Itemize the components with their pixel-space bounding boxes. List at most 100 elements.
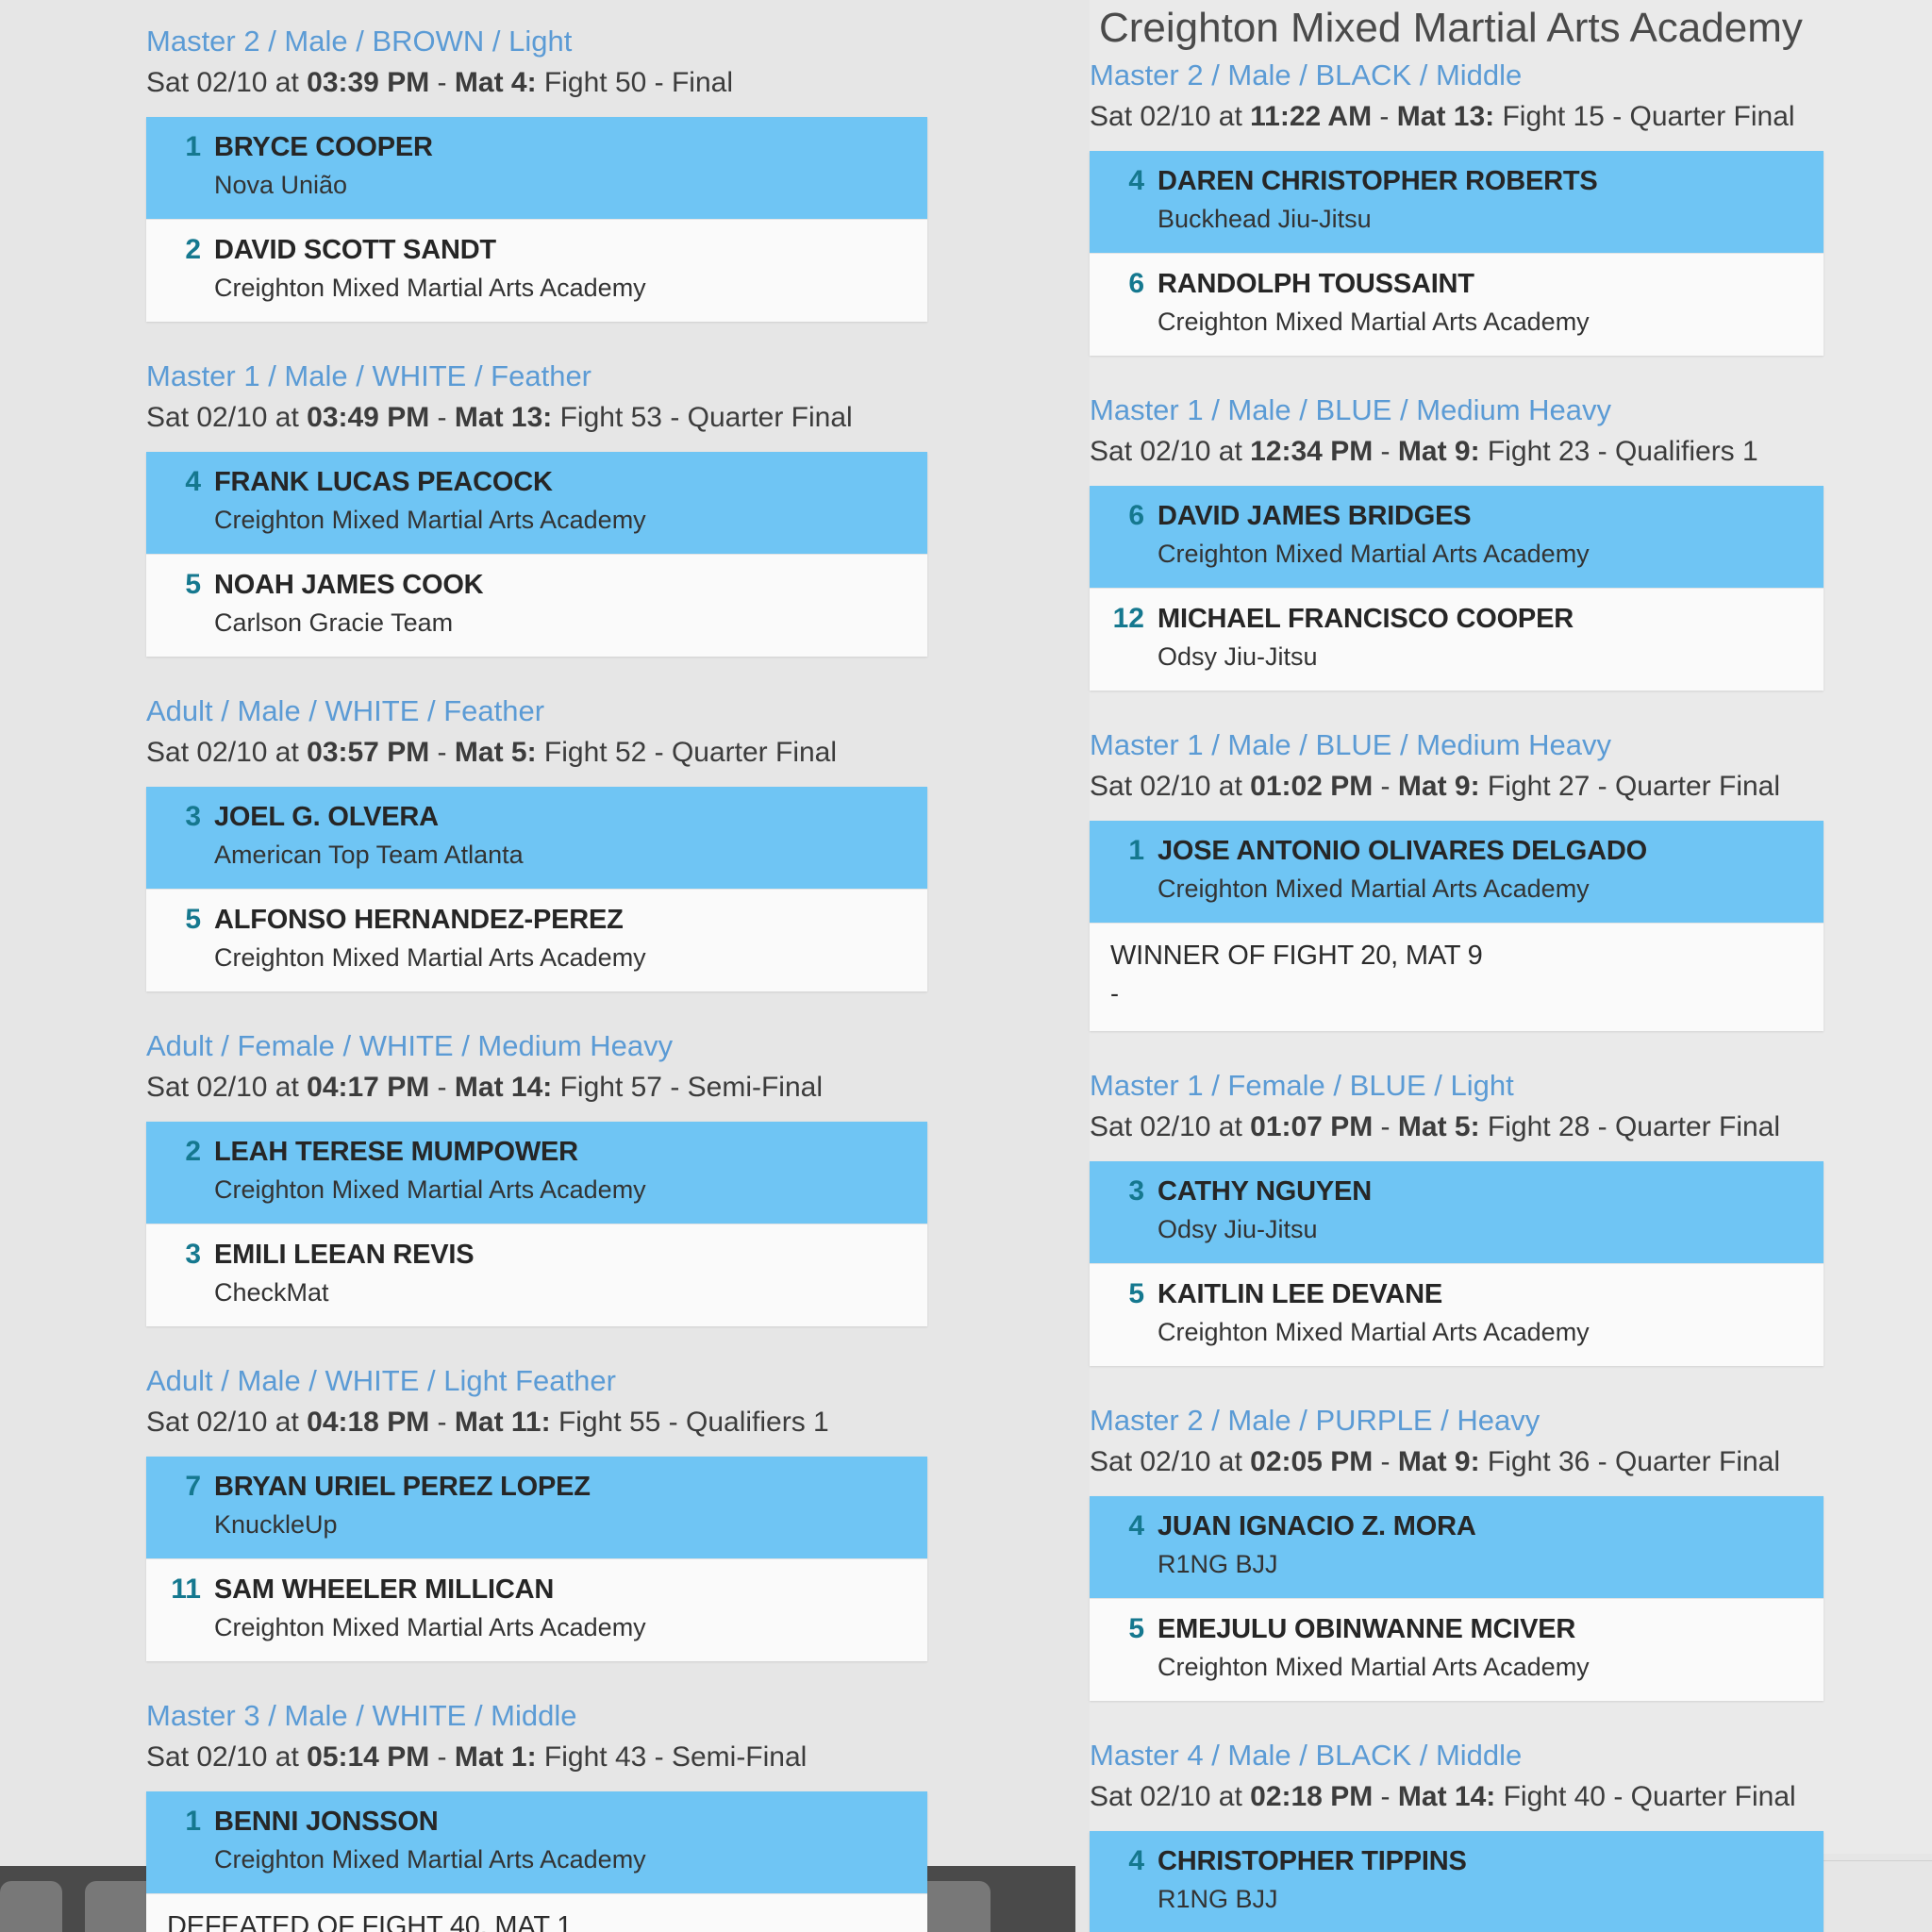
match-block: Adult / Female / WHITE / Medium Heavy Sat… — [146, 1025, 929, 1326]
competitor-row[interactable]: 1 BENNI JONSSON Creighton Mixed Martial Ar… — [146, 1791, 927, 1893]
competitor-team: Creighton Mixed Martial Arts Academy — [214, 506, 646, 534]
match-division[interactable]: Master 1 / Female / BLUE / Light — [1090, 1065, 1932, 1107]
competitor-row[interactable]: 1 BRYCE COOPER Nova União — [146, 117, 927, 219]
match-schedule: Sat 02/10 at 03:57 PM - Mat 5: Fight 52 … — [146, 732, 929, 774]
competitor-list: 4 DAREN CHRISTOPHER ROBERTS Buckhead Jiu-J… — [1090, 151, 1824, 356]
competitor-team: Creighton Mixed Martial Arts Academy — [214, 274, 646, 302]
competitor-list: 7 BRYAN URIEL PEREZ LOPEZ KnuckleUp 11 SAM W… — [146, 1457, 927, 1661]
match-schedule: Sat 02/10 at 11:22 AM - Mat 13: Fight 15… — [1090, 96, 1932, 138]
match-date: Sat 02/10 at — [146, 1741, 308, 1773]
right-match-list: Master 2 / Male / BLACK / Middle Sat 02/1… — [1090, 55, 1932, 1932]
match-time: 01:02 PM — [1250, 771, 1374, 802]
match-division[interactable]: Master 1 / Male / BLUE / Medium Heavy — [1090, 724, 1932, 766]
competitor-name: ALFONSO HERNANDEZ-PEREZ — [214, 905, 624, 935]
competitor-team: Creighton Mixed Martial Arts Academy — [1158, 874, 1590, 903]
match-time: 02:05 PM — [1250, 1446, 1374, 1477]
competitor-row[interactable]: 5 ALFONSO HERNANDEZ-PEREZ Creighton Mixed … — [146, 889, 927, 991]
match-fight-round: Fight 28 - Quarter Final — [1479, 1111, 1781, 1142]
match-division[interactable]: Adult / Female / WHITE / Medium Heavy — [146, 1025, 929, 1067]
competitor-row[interactable]: 4 DAREN CHRISTOPHER ROBERTS Buckhead Jiu-J… — [1090, 151, 1824, 253]
competitor-row[interactable]: 11 SAM WHEELER MILLICAN Creighton Mixed Ma… — [146, 1558, 927, 1661]
match-division[interactable]: Adult / Male / WHITE / Feather — [146, 691, 929, 732]
competitor-row[interactable]: 3 JOEL G. OLVERA American Top Team Atlanta — [146, 787, 927, 889]
competitor-body: WINNER OF FIGHT 20, MAT 9 - — [1090, 937, 1824, 1012]
competitor-row[interactable]: 2 LEAH TERESE MUMPOWER Creighton Mixed Mar… — [146, 1122, 927, 1224]
match-division[interactable]: Master 2 / Male / BROWN / Light — [146, 21, 929, 62]
match-division[interactable]: Master 1 / Male / BLUE / Medium Heavy — [1090, 390, 1932, 431]
competitor-body: NOAH JAMES COOK Carlson Gracie Team — [214, 566, 927, 641]
match-schedule: Sat 02/10 at 12:34 PM - Mat 9: Fight 23 … — [1090, 431, 1932, 473]
match-mat: Mat 13: — [454, 402, 553, 433]
match-division[interactable]: Master 3 / Male / WHITE / Middle — [146, 1695, 929, 1737]
competitor-team: Nova União — [214, 171, 348, 199]
match-time: 12:34 PM — [1250, 436, 1374, 467]
match-division[interactable]: Adult / Male / WHITE / Light Feather — [146, 1360, 929, 1402]
competitor-body: BRYCE COOPER Nova União — [214, 128, 927, 204]
competitor-placeholder-row[interactable]: DEFEATED OF FIGHT 40, MAT 1- — [146, 1893, 927, 1932]
match-block: Master 1 / Male / WHITE / Feather Sat 02/… — [146, 356, 929, 657]
competitor-seed: 5 — [185, 904, 201, 935]
competitor-seed: 4 — [1128, 165, 1144, 196]
match-division[interactable]: Master 4 / Male / BLACK / Middle — [1090, 1735, 1932, 1776]
competitor-body: JOEL G. OLVERA American Top Team Atlanta — [214, 798, 927, 874]
competitor-row[interactable]: 2 DAVID SCOTT SANDT Creighton Mixed Martia… — [146, 219, 927, 322]
match-time: 02:18 PM — [1250, 1781, 1374, 1812]
competitor-seed: 5 — [185, 569, 201, 600]
competitor-row[interactable]: 4 CHRISTOPHER TIPPINS R1NG BJJ — [1090, 1831, 1824, 1932]
competitor-team: Creighton Mixed Martial Arts Academy — [1158, 308, 1590, 336]
match-date: Sat 02/10 at — [146, 67, 308, 98]
match-division[interactable]: Master 2 / Male / PURPLE / Heavy — [1090, 1400, 1932, 1441]
match-date: Sat 02/10 at — [146, 1072, 308, 1103]
competitor-row[interactable]: 6 RANDOLPH TOUSSAINT Creighton Mixed Marti… — [1090, 253, 1824, 356]
competitor-body: BRYAN URIEL PEREZ LOPEZ KnuckleUp — [214, 1468, 927, 1543]
competitor-name: FRANK LUCAS PEACOCK — [214, 467, 553, 497]
competitor-row[interactable]: 5 NOAH JAMES COOK Carlson Gracie Team — [146, 554, 927, 657]
competitor-row[interactable]: 3 EMILI LEEAN REVIS CheckMat — [146, 1224, 927, 1326]
competitor-name: DAVID JAMES BRIDGES — [1158, 501, 1472, 531]
competitor-row[interactable]: 4 JUAN IGNACIO Z. MORA R1NG BJJ — [1090, 1496, 1824, 1598]
competitor-seed: 2 — [185, 1136, 201, 1167]
competitor-name: MICHAEL FRANCISCO COOPER — [1158, 604, 1574, 634]
competitor-team: American Top Team Atlanta — [214, 841, 524, 869]
competitor-row[interactable]: 5 EMEJULU OBINWANNE MCIVER Creighton Mixed… — [1090, 1598, 1824, 1701]
competitor-team: Creighton Mixed Martial Arts Academy — [1158, 1653, 1590, 1681]
competitor-row[interactable]: 1 JOSE ANTONIO OLIVARES DELGADO Creighton … — [1090, 821, 1824, 923]
competitor-name: CATHY NGUYEN — [1158, 1176, 1372, 1207]
competitor-list: 1 BRYCE COOPER Nova União 2 DAVID SCOTT SAND… — [146, 117, 927, 322]
competitor-team: KnuckleUp — [214, 1510, 338, 1539]
competitor-placeholder-row[interactable]: WINNER OF FIGHT 20, MAT 9 - — [1090, 923, 1824, 1031]
competitor-team: Odsy Jiu-Jitsu — [1158, 642, 1318, 671]
match-time: 11:22 AM — [1250, 101, 1373, 132]
match-division[interactable]: Master 2 / Male / BLACK / Middle — [1090, 55, 1932, 96]
match-schedule: Sat 02/10 at 03:49 PM - Mat 13: Fight 53… — [146, 397, 929, 439]
competitor-row[interactable]: 3 CATHY NGUYEN Odsy Jiu-Jitsu — [1090, 1161, 1824, 1263]
browser-tab-previous[interactable] — [0, 1881, 62, 1932]
competitor-team: Creighton Mixed Martial Arts Academy — [214, 1175, 646, 1204]
competitor-name: EMILI LEEAN REVIS — [214, 1240, 475, 1270]
match-schedule: Sat 02/10 at 04:17 PM - Mat 14: Fight 57… — [146, 1067, 929, 1108]
match-time: 04:17 PM — [307, 1072, 430, 1103]
competitor-seed: 4 — [185, 466, 201, 497]
match-time: 01:07 PM — [1250, 1111, 1374, 1142]
competitor-name: DAREN CHRISTOPHER ROBERTS — [1158, 166, 1598, 196]
competitor-name: CHRISTOPHER TIPPINS — [1158, 1846, 1467, 1876]
competitor-list: 4CHRISTOPHER TIPPINSR1NG BJJ6ANDREW JOSE… — [1090, 1831, 1824, 1932]
competitor-team: Creighton Mixed Martial Arts Academy — [214, 1845, 646, 1874]
competitor-row[interactable]: 4 FRANK LUCAS PEACOCK Creighton Mixed Mart… — [146, 452, 927, 554]
competitor-body: DEFEATED OF FIGHT 40, MAT 1- — [146, 1907, 927, 1932]
competitor-row[interactable]: 5 KAITLIN LEE DEVANE Creighton Mixed Marti… — [1090, 1263, 1824, 1366]
competitor-row[interactable]: 7 BRYAN URIEL PEREZ LOPEZ KnuckleUp — [146, 1457, 927, 1558]
match-mat: Mat 14: — [454, 1072, 553, 1103]
match-block: Master 1 / Male / BLUE / Medium Heavy Sat… — [1090, 390, 1932, 691]
match-block: Adult / Male / WHITE / Light Feather Sat … — [146, 1360, 929, 1661]
match-separator: - — [1373, 1111, 1398, 1142]
competitor-row[interactable]: 6 DAVID JAMES BRIDGES Creighton Mixed Mart… — [1090, 486, 1824, 588]
competitor-name: WINNER OF FIGHT 20, MAT 9 — [1110, 941, 1483, 971]
match-separator: - — [429, 402, 455, 433]
match-division[interactable]: Master 1 / Male / WHITE / Feather — [146, 356, 929, 397]
match-block: Master 2 / Male / BROWN / Light Sat 02/10… — [146, 21, 929, 322]
match-mat: Mat 9: — [1397, 1446, 1480, 1477]
competitor-row[interactable]: 12 MICHAEL FRANCISCO COOPER Odsy Jiu-Jitsu — [1090, 588, 1824, 691]
competitor-body: CATHY NGUYEN Odsy Jiu-Jitsu — [1158, 1173, 1824, 1248]
competitor-name: JUAN IGNACIO Z. MORA — [1158, 1511, 1476, 1541]
